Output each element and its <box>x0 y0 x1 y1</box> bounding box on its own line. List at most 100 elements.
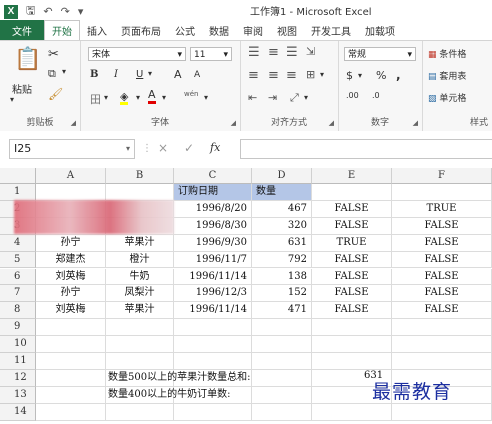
cell-d4[interactable]: 631 <box>252 234 312 252</box>
cell-c3[interactable]: 1996/8/30 <box>174 217 252 235</box>
cell-b6[interactable]: 牛奶 <box>106 268 174 286</box>
cell-f14[interactable] <box>392 403 492 421</box>
percent-button[interactable]: % <box>376 69 386 82</box>
column-header-b[interactable]: B <box>106 168 174 184</box>
row-header[interactable]: 6 <box>0 268 36 286</box>
name-box-dropdown-icon[interactable]: ▾ <box>126 140 130 158</box>
cell-d10[interactable] <box>252 336 312 353</box>
cell-f1[interactable] <box>392 184 492 201</box>
underline-dropdown-icon[interactable]: ▾ <box>148 69 152 78</box>
cell-d6[interactable]: 138 <box>252 268 312 286</box>
row-header[interactable]: 10 <box>0 336 36 353</box>
decrease-indent-icon[interactable]: ⇤ <box>248 91 257 104</box>
orientation-dropdown-icon[interactable]: ▾ <box>304 93 308 102</box>
cell-b11[interactable] <box>106 353 174 370</box>
cell-e14[interactable] <box>312 403 392 421</box>
font-color-dropdown-icon[interactable]: ▾ <box>162 93 166 102</box>
cell-e6[interactable]: FALSE <box>312 268 392 286</box>
undo-icon[interactable]: ↶ <box>43 5 52 18</box>
cell-d7[interactable]: 152 <box>252 285 312 303</box>
cell-d13[interactable] <box>252 386 312 404</box>
paste-dropdown-icon[interactable]: ▾ <box>10 95 14 104</box>
cell-a9[interactable] <box>36 319 106 337</box>
clipboard-launcher-icon[interactable]: ◢ <box>71 119 76 127</box>
row-header[interactable]: 13 <box>0 386 36 404</box>
cell-a12[interactable] <box>36 369 106 387</box>
cell-d5[interactable]: 792 <box>252 251 312 269</box>
column-header-a[interactable]: A <box>36 168 106 184</box>
tab-home[interactable]: 开始 <box>44 20 80 40</box>
row-header[interactable]: 9 <box>0 319 36 337</box>
name-box[interactable]: I25 ▾ <box>9 139 135 159</box>
cell-e8[interactable]: FALSE <box>312 302 392 320</box>
cell-a6[interactable]: 刘英梅 <box>36 268 106 286</box>
cell-styles-button[interactable]: ▧ 单元格 <box>428 91 466 104</box>
cell-b7[interactable]: 凤梨汁 <box>106 285 174 303</box>
borders-icon[interactable]: 田 <box>90 91 101 107</box>
tab-addins[interactable]: 加载项 <box>358 20 402 40</box>
row-header[interactable]: 14 <box>0 403 36 421</box>
cell-a1[interactable] <box>36 184 106 201</box>
increase-decimal-button[interactable]: .00 <box>346 91 359 100</box>
alignment-launcher-icon[interactable]: ◢ <box>329 119 334 127</box>
cell-b4[interactable]: 苹果汁 <box>106 234 174 252</box>
column-header-f[interactable]: F <box>392 168 492 184</box>
cell-f5[interactable]: FALSE <box>392 251 492 269</box>
tab-data[interactable]: 数据 <box>202 20 236 40</box>
merge-center-icon[interactable]: ⊞ <box>306 68 315 81</box>
row-header[interactable]: 1 <box>0 184 36 201</box>
cell-a13[interactable] <box>36 386 106 404</box>
shrink-font-button[interactable]: A <box>194 70 200 80</box>
align-middle-icon[interactable]: ≡ <box>268 45 279 60</box>
cell-c8[interactable]: 1996/11/14 <box>174 302 252 320</box>
save-icon[interactable]: 🖫 <box>26 2 35 21</box>
font-name-combo[interactable]: 宋体 ▾ <box>88 47 186 61</box>
formula-input[interactable] <box>240 139 492 159</box>
cell-e9[interactable] <box>312 319 392 337</box>
cell-d11[interactable] <box>252 353 312 370</box>
font-color-button[interactable]: A <box>148 89 156 104</box>
paste-button[interactable]: 粘贴 <box>12 81 32 96</box>
cut-icon[interactable]: ✂ <box>48 47 59 62</box>
tab-insert[interactable]: 插入 <box>80 20 114 40</box>
decrease-decimal-button[interactable]: .0 <box>372 91 380 100</box>
fill-color-icon[interactable]: ◈ <box>120 91 129 105</box>
cell-b5[interactable]: 橙汁 <box>106 251 174 269</box>
cell-e5[interactable]: FALSE <box>312 251 392 269</box>
cell-a4[interactable]: 孙宁 <box>36 234 106 252</box>
cell-f8[interactable]: FALSE <box>392 302 492 320</box>
format-as-table-button[interactable]: ▤ 套用表 <box>428 69 466 82</box>
align-bottom-icon[interactable]: ☰ <box>286 45 298 60</box>
customize-qat-icon[interactable]: ▾ <box>78 5 84 18</box>
cell-d9[interactable] <box>252 319 312 337</box>
cell-c6[interactable]: 1996/11/14 <box>174 268 252 286</box>
wrap-text-icon[interactable]: ⇲ <box>306 45 315 58</box>
cell-d1[interactable]: 数量 <box>252 184 312 201</box>
number-format-dropdown-icon[interactable]: ▾ <box>407 48 412 62</box>
cell-f2[interactable]: TRUE <box>392 200 492 218</box>
number-launcher-icon[interactable]: ◢ <box>413 119 418 127</box>
cell-d14[interactable] <box>252 403 312 421</box>
font-size-combo[interactable]: 11 ▾ <box>190 47 232 61</box>
cell-c1[interactable]: 订购日期 <box>174 184 252 201</box>
cell-d8[interactable]: 471 <box>252 302 312 320</box>
confirm-icon[interactable]: ✓ <box>184 141 194 155</box>
cell-c5[interactable]: 1996/11/7 <box>174 251 252 269</box>
cell-b1[interactable] <box>106 184 174 201</box>
tab-review[interactable]: 审阅 <box>236 20 270 40</box>
insert-function-icon[interactable]: fx <box>210 141 220 154</box>
cell-d2[interactable]: 467 <box>252 200 312 218</box>
align-right-icon[interactable]: ≡ <box>286 68 297 83</box>
increase-indent-icon[interactable]: ⇥ <box>268 91 277 104</box>
font-launcher-icon[interactable]: ◢ <box>231 119 236 127</box>
copy-dropdown-icon[interactable]: ▾ <box>62 67 66 76</box>
cell-b8[interactable]: 苹果汁 <box>106 302 174 320</box>
row-header[interactable]: 7 <box>0 285 36 303</box>
cell-f7[interactable]: FALSE <box>392 285 492 303</box>
phonetic-dropdown-icon[interactable]: ▾ <box>204 93 208 102</box>
align-center-icon[interactable]: ≡ <box>268 68 279 83</box>
align-top-icon[interactable]: ☰ <box>248 45 260 60</box>
conditional-formatting-button[interactable]: ▦ 条件格 <box>428 47 466 60</box>
cell-a7[interactable]: 孙宁 <box>36 285 106 303</box>
cell-c14[interactable] <box>174 403 252 421</box>
